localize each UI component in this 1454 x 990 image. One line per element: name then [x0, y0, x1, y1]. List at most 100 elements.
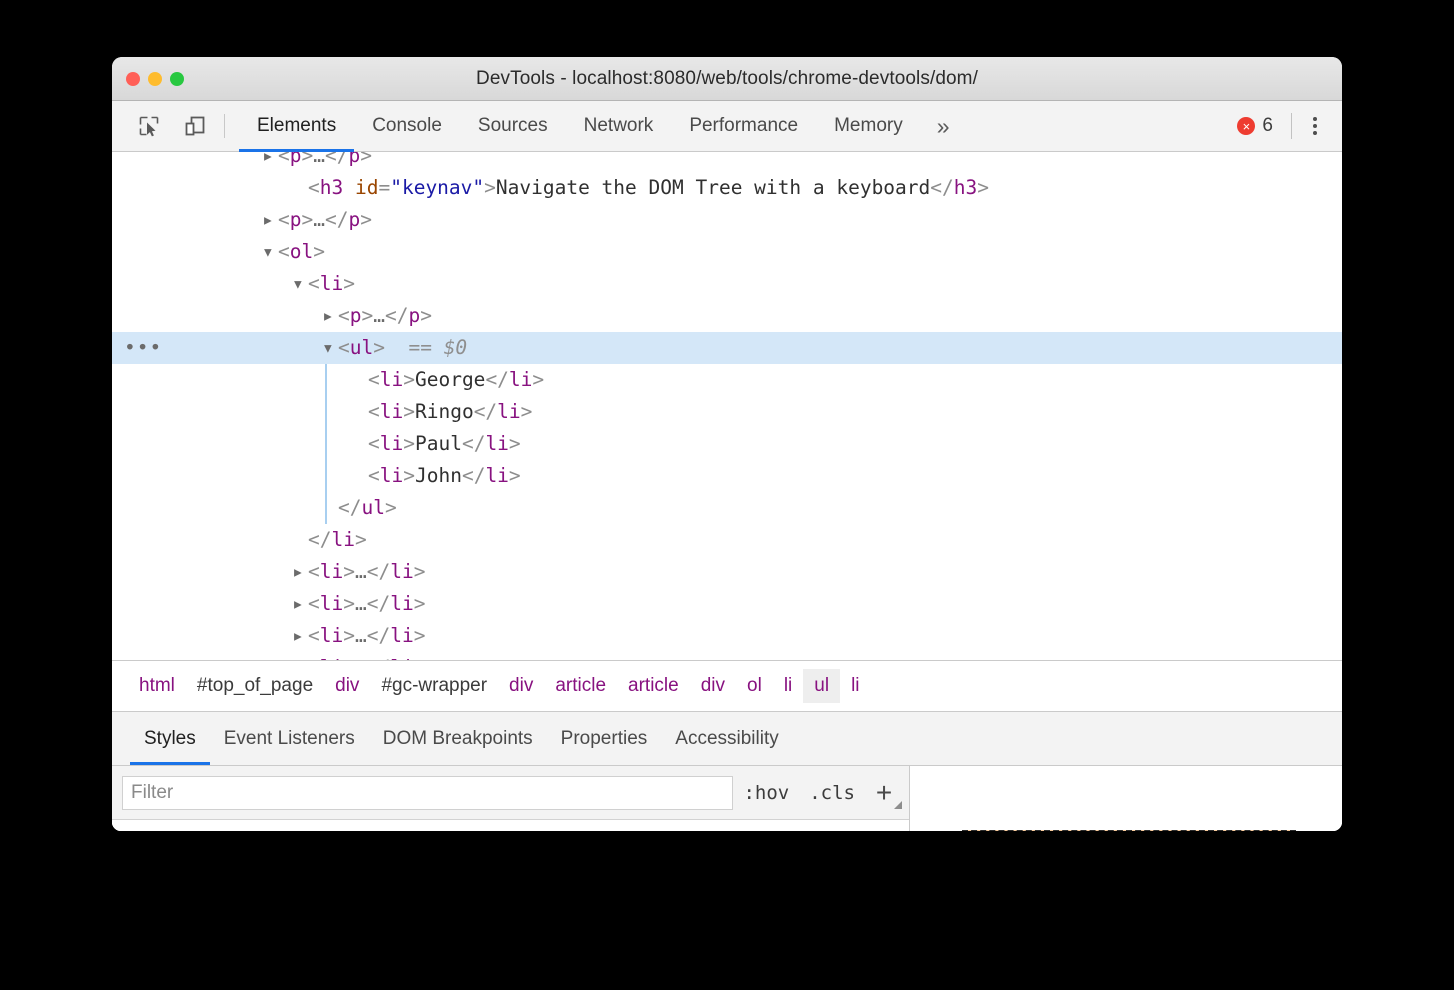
row-overflow-dots[interactable]: ••• — [124, 332, 162, 364]
dom-tree-row[interactable]: <p>…</p> — [112, 300, 1342, 332]
token-txt: Navigate the DOM Tree with a keyboard — [496, 176, 930, 199]
token-ell: … — [373, 304, 385, 327]
kebab-menu-icon[interactable] — [1298, 109, 1332, 143]
breadcrumb-item-li[interactable]: li — [840, 669, 870, 703]
sidebar-tab-event-listeners[interactable]: Event Listeners — [210, 712, 369, 765]
expand-triangle-icon[interactable] — [292, 556, 308, 588]
token-tag: li — [485, 464, 508, 487]
collapse-triangle-icon[interactable] — [292, 268, 308, 300]
sidebar-tab-accessibility[interactable]: Accessibility — [661, 712, 792, 765]
maximize-button[interactable] — [170, 72, 184, 86]
dom-tree-row[interactable]: </ul> — [112, 492, 1342, 524]
token-br: > — [343, 592, 355, 615]
breadcrumb-item-div[interactable]: div — [498, 669, 544, 703]
breadcrumb-item-article[interactable]: article — [617, 669, 690, 703]
expand-triangle-icon[interactable] — [292, 620, 308, 652]
row-content: <p>…</p> — [126, 152, 372, 167]
tab-label: Memory — [834, 115, 903, 137]
dom-tree-row[interactable]: </li> — [112, 524, 1342, 556]
toolbar-right-controls: × 6 — [1225, 101, 1332, 151]
inspect-element-icon[interactable] — [134, 111, 164, 141]
sidebar-tab-styles[interactable]: Styles — [130, 712, 210, 765]
breadcrumb-item-html[interactable]: html — [128, 669, 186, 703]
new-style-rule-button[interactable]: + — [865, 776, 903, 810]
row-content: <ol> — [126, 240, 325, 263]
resize-handle-icon[interactable] — [894, 801, 902, 809]
dom-tree-row[interactable]: <li>…</li> — [112, 556, 1342, 588]
dom-tree-row[interactable]: <li>…</li> — [112, 620, 1342, 652]
token-br: > — [521, 400, 533, 423]
expand-triangle-icon[interactable] — [262, 152, 278, 172]
collapse-triangle-icon[interactable] — [262, 236, 278, 268]
row-content: <p>…</p> — [126, 208, 372, 231]
dom-tree-row[interactable]: <ol> — [112, 236, 1342, 268]
dom-tree-row[interactable]: <p>…</p> — [112, 204, 1342, 236]
row-content: <li>Paul</li> — [126, 432, 521, 455]
more-panels-icon[interactable]: » — [921, 113, 966, 140]
token-tag: li — [380, 432, 403, 455]
token-txt: John — [415, 464, 462, 487]
breadcrumb-item-ol[interactable]: ol — [736, 669, 773, 703]
token-tag: p — [350, 304, 362, 327]
breadcrumb-item-article[interactable]: article — [544, 669, 617, 703]
token-br: > — [373, 336, 385, 359]
breadcrumb-item-li[interactable]: li — [773, 669, 803, 703]
token-tag: p — [348, 152, 360, 167]
breadcrumb-item-div[interactable]: div — [690, 669, 736, 703]
breadcrumb-item-ul[interactable]: ul — [803, 669, 840, 703]
dom-tree-panel[interactable]: <p>…</p><h3 id="keynav">Navigate the DOM… — [112, 152, 1342, 661]
token-dollar: $0 — [444, 336, 467, 359]
token-tag: p — [408, 304, 420, 327]
token-br: < — [278, 152, 290, 167]
css-rules-list[interactable] — [112, 820, 909, 831]
minimize-button[interactable] — [148, 72, 162, 86]
dom-tree-row-selected[interactable]: •••<ul> == $0 — [112, 332, 1342, 364]
tab-memory[interactable]: Memory — [816, 101, 921, 151]
plus-icon: + — [876, 777, 892, 809]
row-content: <li>…</li> — [126, 656, 425, 661]
token-br: > — [343, 272, 355, 295]
dom-tree-row[interactable]: <h3 id="keynav">Navigate the DOM Tree wi… — [112, 172, 1342, 204]
expand-triangle-icon[interactable] — [292, 588, 308, 620]
row-content: <li>John</li> — [126, 464, 521, 487]
close-button[interactable] — [126, 72, 140, 86]
dom-tree-row[interactable]: <li>Ringo</li> — [112, 396, 1342, 428]
dom-tree-row[interactable]: <li>George</li> — [112, 364, 1342, 396]
box-model-margin-region[interactable] — [962, 830, 1296, 831]
dom-tree[interactable]: <p>…</p><h3 id="keynav">Navigate the DOM… — [112, 152, 1342, 661]
tab-console[interactable]: Console — [354, 101, 460, 151]
dom-tree-row[interactable]: <p>…</p> — [112, 152, 1342, 172]
tab-sources[interactable]: Sources — [460, 101, 566, 151]
expand-triangle-icon[interactable] — [292, 652, 308, 661]
hov-toggle-button[interactable]: :hov — [733, 782, 799, 804]
token-br: < — [308, 176, 320, 199]
filter-input[interactable] — [122, 776, 733, 810]
toolbar-divider-2 — [1291, 113, 1292, 139]
dom-tree-row[interactable]: <li>…</li> — [112, 652, 1342, 661]
token-tag: li — [390, 624, 413, 647]
dom-tree-row[interactable]: <li>John</li> — [112, 460, 1342, 492]
sidebar-tab-dom-breakpoints[interactable]: DOM Breakpoints — [369, 712, 547, 765]
expand-triangle-icon[interactable] — [322, 300, 338, 332]
token-br: </ — [367, 624, 390, 647]
cls-toggle-button[interactable]: .cls — [799, 782, 865, 804]
breadcrumb[interactable]: html#top_of_pagediv#gc-wrapperdivarticle… — [112, 661, 1342, 712]
dom-tree-row[interactable]: <li>…</li> — [112, 588, 1342, 620]
tab-network[interactable]: Network — [566, 101, 672, 151]
collapse-triangle-icon[interactable] — [322, 332, 338, 364]
tab-performance[interactable]: Performance — [671, 101, 816, 151]
device-toolbar-icon[interactable] — [180, 111, 210, 141]
breadcrumb-item-topofpage[interactable]: #top_of_page — [186, 669, 324, 703]
token-tag: h3 — [954, 176, 977, 199]
breadcrumb-item-div[interactable]: div — [324, 669, 370, 703]
devtools-toolbar: ElementsConsoleSourcesNetworkPerformance… — [112, 101, 1342, 152]
dom-tree-row[interactable]: <li> — [112, 268, 1342, 300]
dom-tree-row[interactable]: <li>Paul</li> — [112, 428, 1342, 460]
tab-elements[interactable]: Elements — [239, 101, 354, 151]
token-br: </ — [338, 496, 361, 519]
sidebar-tab-properties[interactable]: Properties — [547, 712, 662, 765]
error-badge[interactable]: × 6 — [1225, 115, 1285, 137]
expand-triangle-icon[interactable] — [262, 204, 278, 236]
breadcrumb-item-gc-wrapper[interactable]: #gc-wrapper — [370, 669, 498, 703]
row-content: </li> — [126, 528, 367, 551]
